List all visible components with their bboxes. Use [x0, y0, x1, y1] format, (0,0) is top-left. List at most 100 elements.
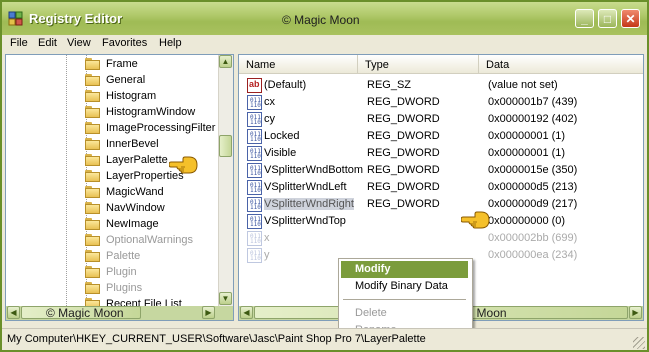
value-type: REG_DWORD — [367, 147, 440, 159]
tree-connector-line — [66, 55, 67, 306]
tree-scroll-thumb[interactable] — [219, 135, 232, 157]
tree-item[interactable]: MagicWand — [85, 184, 164, 200]
tree-item[interactable]: ImageProcessingFilter — [85, 120, 215, 136]
tree-horizontal-scrollbar[interactable]: ◀ © Magic Moon ▶ — [6, 306, 233, 320]
maximize-button[interactable]: □ — [598, 9, 617, 28]
folder-icon — [85, 234, 101, 246]
close-button[interactable]: ✕ — [621, 9, 640, 28]
context-menu-modify-binary-data[interactable]: Modify Binary Data — [341, 278, 468, 295]
column-header-data[interactable]: Data — [479, 55, 643, 74]
context-menu-modify[interactable]: Modify — [341, 261, 468, 278]
scroll-down-arrow-icon[interactable]: ▼ — [219, 292, 232, 305]
tree-item-label: Plugin — [106, 266, 137, 278]
tree-item-label: NewImage — [106, 218, 159, 230]
menu-view[interactable]: View — [67, 37, 91, 49]
list-row[interactable]: 011 110 Visible REG_DWORD 0x00000001 (1) — [239, 145, 643, 162]
dword-value-icon: 011 110 — [247, 129, 262, 144]
registry-editor-window: Registry Editor © Magic Moon _ □ ✕ File … — [0, 0, 649, 352]
dword-value-icon: 011 110 — [247, 197, 262, 212]
dword-value-icon: 011 110 — [247, 146, 262, 161]
folder-icon — [85, 282, 101, 294]
value-type: REG_DWORD — [367, 130, 440, 142]
list-row[interactable]: 011 110 VSplitterWndRight REG_DWORD 0x000000… — [239, 196, 643, 213]
column-header-type[interactable]: Type — [358, 55, 479, 74]
scroll-left-arrow-icon[interactable]: ◀ — [7, 306, 20, 319]
context-menu-delete: Delete — [355, 307, 387, 319]
menu-file[interactable]: File — [10, 37, 28, 49]
tree-item[interactable]: HistogramWindow — [85, 104, 195, 120]
minimize-button[interactable]: _ — [575, 9, 594, 28]
tree-item[interactable]: InnerBevel — [85, 136, 159, 152]
list-row[interactable]: ab (Default) REG_SZ (value not set) — [239, 77, 643, 94]
list-row[interactable]: 011 110 Locked REG_DWORD 0x00000001 (1) — [239, 128, 643, 145]
menu-edit[interactable]: Edit — [38, 37, 57, 49]
scroll-right-arrow-icon[interactable]: ▶ — [629, 306, 642, 319]
key-tree-pane[interactable]: Frame General Histogram HistogramWindow Imag… — [5, 54, 234, 321]
value-data: 0x0000015e (350) — [488, 164, 578, 176]
value-type: REG_DWORD — [367, 113, 440, 125]
value-type: REG_DWORD — [367, 198, 440, 210]
value-name: y — [264, 249, 270, 261]
pointing-hand-icon — [461, 211, 490, 229]
list-row[interactable]: 011 110 cx REG_DWORD 0x000001b7 (439) — [239, 94, 643, 111]
tree-item-label: Histogram — [106, 90, 157, 102]
value-name: VSplitterWndRight — [264, 198, 354, 210]
tree-item[interactable]: NewImage — [85, 216, 159, 232]
scroll-up-arrow-icon[interactable]: ▲ — [219, 55, 232, 68]
folder-icon — [85, 218, 101, 230]
tree-item[interactable]: Plugins — [85, 280, 142, 296]
tree-vertical-scrollbar[interactable]: ▲ ▼ — [218, 55, 233, 306]
menu-favorites[interactable]: Favorites — [102, 37, 147, 49]
tree-item[interactable]: Histogram — [85, 88, 156, 104]
window-title: Registry Editor — [29, 11, 123, 26]
menu-bar: File Edit View Favorites Help — [2, 35, 647, 53]
tree-item-label: HistogramWindow — [106, 106, 196, 118]
scroll-right-arrow-icon[interactable]: ▶ — [202, 306, 215, 319]
folder-icon — [85, 202, 101, 214]
maximize-icon: □ — [603, 11, 612, 26]
context-menu-separator — [343, 299, 466, 300]
list-row[interactable]: 011 110 VSplitterWndTop 0x00000000 (0) — [239, 213, 643, 230]
dword-value-icon: 011 110 — [247, 112, 262, 127]
value-data: 0x000000ea (234) — [488, 249, 578, 261]
dword-value-icon: 011 110 — [247, 248, 262, 263]
tree-item-label: OptionalWarnings — [106, 234, 194, 246]
value-type: REG_SZ — [367, 79, 412, 91]
value-name: Visible — [264, 147, 297, 159]
folder-icon — [85, 186, 101, 198]
value-type: REG_DWORD — [367, 164, 440, 176]
dword-value-icon: 011 110 — [247, 95, 262, 110]
tree-item-label: Frame — [106, 58, 138, 70]
value-data: (value not set) — [488, 79, 558, 91]
tree-item[interactable]: LayerPalette — [85, 152, 168, 168]
tree-item[interactable]: Plugin — [85, 264, 137, 280]
dword-value-icon: 011 110 — [247, 231, 262, 246]
scroll-left-arrow-icon[interactable]: ◀ — [240, 306, 253, 319]
tree-item-label: LayerPalette — [106, 154, 168, 166]
minimize-icon: _ — [581, 11, 588, 26]
value-data: 0x00000192 (402) — [488, 113, 578, 125]
string-value-icon: ab — [247, 78, 262, 93]
list-row[interactable]: 011 110 x 0x000002bb (699) — [239, 230, 643, 247]
list-row[interactable]: 011 110 cy REG_DWORD 0x00000192 (402) — [239, 111, 643, 128]
value-name: cx — [264, 96, 275, 108]
tree-item-label: Palette — [106, 250, 141, 262]
folder-icon — [85, 74, 101, 86]
dword-value-icon: 011 110 — [247, 214, 262, 229]
tree-item[interactable]: NavWindow — [85, 200, 165, 216]
tree-item[interactable]: Frame — [85, 56, 138, 72]
folder-icon — [85, 58, 101, 70]
title-bar[interactable]: Registry Editor © Magic Moon _ □ ✕ — [2, 2, 647, 35]
resize-grip-icon[interactable] — [633, 337, 645, 349]
status-key-path: My Computer\HKEY_CURRENT_USER\Software\J… — [7, 333, 426, 345]
list-row[interactable]: 011 110 VSplitterWndBottom REG_DWORD 0x00000… — [239, 162, 643, 179]
value-name: (Default) — [264, 79, 307, 91]
tree-item[interactable]: OptionalWarnings — [85, 232, 193, 248]
tree-item[interactable]: Palette — [85, 248, 140, 264]
value-name: VSplitterWndBottom — [264, 164, 364, 176]
list-row[interactable]: 011 110 VSplitterWndLeft REG_DWORD 0x000000d… — [239, 179, 643, 196]
column-header-name[interactable]: Name — [239, 55, 358, 74]
value-data: 0x00000001 (1) — [488, 147, 566, 159]
menu-help[interactable]: Help — [159, 37, 182, 49]
tree-item[interactable]: General — [85, 72, 145, 88]
